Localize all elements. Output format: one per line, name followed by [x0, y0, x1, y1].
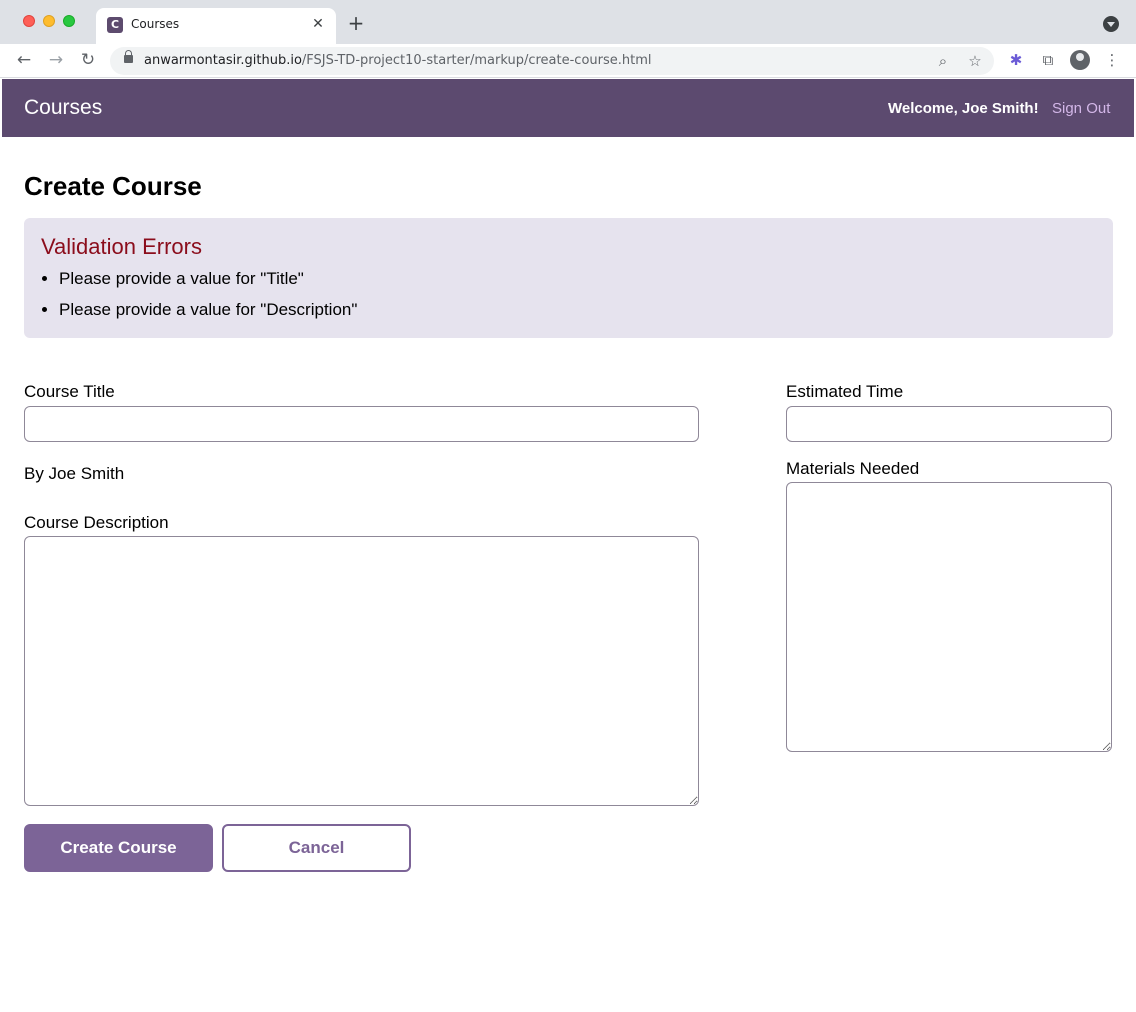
lock-icon — [124, 50, 133, 63]
zoom-icon[interactable]: ⌕ — [932, 50, 954, 72]
cancel-button[interactable]: Cancel — [222, 824, 411, 872]
welcome-message: Welcome, Joe Smith! — [888, 100, 1039, 117]
url-text: anwarmontasir.github.io/FSJS-TD-project1… — [144, 53, 652, 68]
forward-arrow-icon[interactable]: → — [45, 49, 67, 71]
tab-title: Courses — [131, 17, 180, 31]
validation-errors-title: Validation Errors — [41, 234, 202, 259]
validation-errors-list: Please provide a value for "Title" Pleas… — [59, 268, 357, 330]
page: Courses Welcome, Joe Smith! Sign Out Cre… — [2, 79, 1134, 1012]
estimated-time-label: Estimated Time — [786, 382, 904, 401]
close-window-button[interactable] — [23, 15, 35, 27]
course-title-input[interactable] — [24, 406, 699, 442]
validation-errors-panel: Validation Errors Please provide a value… — [24, 218, 1113, 338]
puzzle-extensions-icon[interactable]: ⧉ — [1037, 49, 1059, 71]
course-title-label: Course Title — [24, 382, 115, 401]
browser-toolbar: ← → ↻ anwarmontasir.github.io/FSJS-TD-pr… — [0, 44, 1136, 78]
course-description-textarea[interactable] — [24, 536, 699, 806]
bookmark-star-icon[interactable]: ☆ — [964, 50, 986, 72]
course-author: By Joe Smith — [24, 464, 125, 483]
browser-menu-icon[interactable]: ⋮ — [1101, 49, 1123, 71]
minimize-window-button[interactable] — [43, 15, 55, 27]
browser-tab[interactable]: C Courses ✕ — [96, 8, 336, 44]
sign-out-link[interactable]: Sign Out — [1052, 100, 1110, 117]
close-tab-icon[interactable]: ✕ — [310, 16, 326, 32]
new-tab-button[interactable]: + — [346, 13, 366, 33]
materials-needed-label: Materials Needed — [786, 459, 920, 478]
browser-tab-strip: C Courses ✕ + — [0, 0, 1136, 44]
profile-avatar-icon[interactable] — [1070, 50, 1090, 70]
app-brand[interactable]: Courses — [24, 96, 102, 120]
extension-icon[interactable]: ✱ — [1005, 49, 1027, 71]
create-course-button[interactable]: Create Course — [24, 824, 213, 872]
course-description-label: Course Description — [24, 513, 169, 532]
app-header: Courses Welcome, Joe Smith! Sign Out — [2, 79, 1134, 137]
address-bar[interactable]: anwarmontasir.github.io/FSJS-TD-project1… — [110, 47, 994, 75]
maximize-window-button[interactable] — [63, 15, 75, 27]
validation-error-item: Please provide a value for "Description" — [59, 299, 357, 330]
page-title: Create Course — [24, 171, 202, 201]
url-host: anwarmontasir.github.io — [144, 53, 302, 68]
url-path: /FSJS-TD-project10-starter/markup/create… — [301, 53, 652, 68]
back-arrow-icon[interactable]: ← — [13, 49, 35, 71]
estimated-time-input[interactable] — [786, 406, 1112, 442]
validation-error-item: Please provide a value for "Title" — [59, 268, 357, 299]
reload-icon[interactable]: ↻ — [77, 49, 99, 71]
favicon-icon: C — [107, 17, 123, 33]
tab-search-icon[interactable] — [1103, 16, 1119, 32]
materials-needed-textarea[interactable] — [786, 482, 1112, 752]
